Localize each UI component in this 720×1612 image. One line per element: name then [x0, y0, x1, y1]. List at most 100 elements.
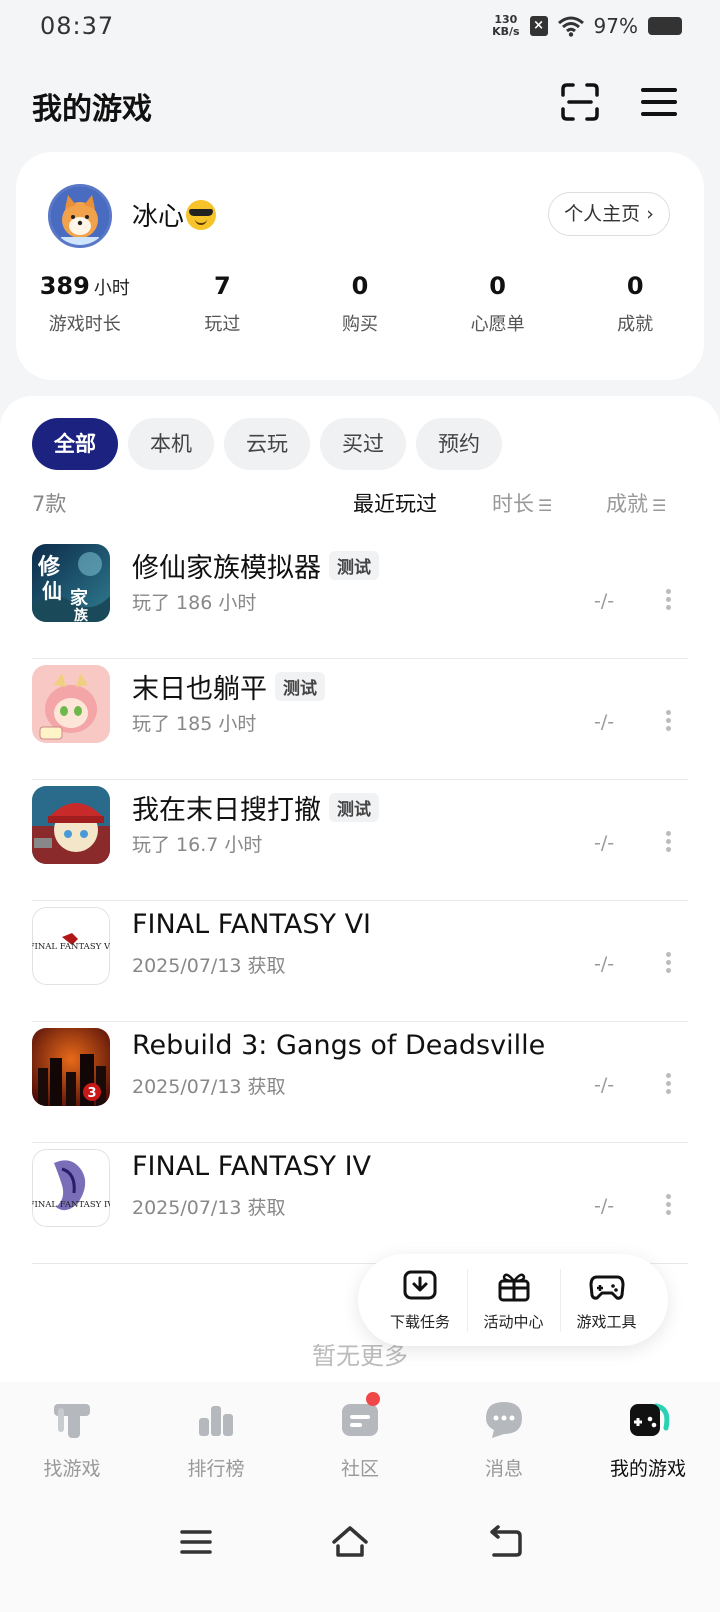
svg-text:修: 修 — [37, 554, 61, 580]
bottom-nav: 找游戏 排行榜 社区 消息 我的游戏 — [0, 1382, 720, 1494]
nav-find-games[interactable]: 找游戏 — [0, 1382, 144, 1494]
wifi-icon — [557, 16, 584, 37]
game-achievement: -/- — [594, 1074, 615, 1096]
profile-stats: 389 小时 游戏时长 7 玩过 0 购买 0 心愿单 0 成就 — [16, 272, 704, 336]
stat-purchased[interactable]: 0 购买 — [291, 272, 429, 336]
nav-messages[interactable]: 消息 — [432, 1382, 576, 1494]
ff6-game-icon: FINAL FANTASY VI — [32, 907, 110, 985]
more-options-icon[interactable] — [658, 586, 678, 616]
filter-tab-all[interactable]: 全部 — [32, 418, 118, 470]
avatar[interactable] — [48, 184, 112, 248]
svg-text:FINAL FANTASY IV: FINAL FANTASY IV — [32, 1200, 110, 1210]
stat-played[interactable]: 7 玩过 — [154, 272, 292, 336]
game-list: 修 仙 家 族 修仙家族模拟器 测试 玩了 186 小时 -/- 末日也躺平 测… — [32, 538, 688, 1264]
sunglasses-emoji-icon — [186, 200, 217, 230]
filter-tabs: 全部 本机 云玩 买过 预约 — [32, 418, 502, 470]
game-achievement: -/- — [594, 590, 615, 612]
page-header: 我的游戏 — [0, 70, 720, 140]
floating-toolbar: 下载任务 活动中心 游戏工具 — [358, 1254, 668, 1346]
home-icon[interactable] — [330, 1522, 370, 1562]
ff4-game-icon: FINAL FANTASY IV — [32, 1149, 110, 1227]
my-games-icon — [630, 1403, 670, 1436]
moriye-game-icon — [32, 665, 110, 743]
game-row[interactable]: 我在末日搜打撤 测试 玩了 16.7 小时 -/- — [32, 780, 688, 901]
souda-game-icon — [32, 786, 110, 864]
find-games-icon — [54, 1404, 90, 1438]
event-center-button[interactable]: 活动中心 — [466, 1268, 560, 1332]
download-tasks-button[interactable]: 下载任务 — [374, 1269, 467, 1332]
sort-achievement-button[interactable]: 成就 ☰ — [606, 488, 666, 518]
game-name: Rebuild 3: Gangs of Deadsville — [132, 1030, 546, 1061]
svg-text:族: 族 — [74, 607, 89, 622]
messages-icon — [486, 1402, 522, 1438]
recent-apps-icon[interactable] — [176, 1522, 216, 1562]
status-icons: 130 KB/s × 97% — [492, 14, 682, 38]
back-icon[interactable] — [486, 1522, 526, 1562]
filter-tab-reserved[interactable]: 预约 — [416, 418, 502, 470]
svg-text:仙: 仙 — [42, 579, 62, 603]
more-options-icon[interactable] — [658, 707, 678, 737]
shiba-avatar-icon — [51, 187, 109, 245]
scan-icon[interactable] — [560, 82, 600, 122]
nav-rankings[interactable]: 排行榜 — [144, 1382, 288, 1494]
game-tools-button[interactable]: 游戏工具 — [559, 1268, 653, 1332]
game-achievement: -/- — [594, 1195, 615, 1217]
test-badge: 测试 — [275, 672, 325, 701]
gamepad-icon — [589, 1275, 624, 1300]
list-meta: 7款 最近玩过 时长 ☰ 成就 ☰ — [32, 488, 688, 518]
game-playtime: 玩了 186 小时 — [132, 592, 257, 614]
more-options-icon[interactable] — [658, 949, 678, 979]
game-name: 修仙家族模拟器 测试 — [132, 546, 379, 585]
battery-icon — [648, 17, 682, 35]
filter-tab-local[interactable]: 本机 — [128, 418, 214, 470]
game-achievement: -/- — [594, 832, 615, 854]
game-row[interactable]: 修 仙 家 族 修仙家族模拟器 测试 玩了 186 小时 -/- — [32, 538, 688, 659]
game-count: 7款 — [32, 492, 67, 516]
stat-achievements[interactable]: 0 成就 — [566, 272, 704, 336]
profile-card: 冰心 个人主页 › 389 小时 游戏时长 7 玩过 0 购买 0 心愿单 0 成… — [16, 152, 704, 380]
more-options-icon[interactable] — [658, 1070, 678, 1100]
sort-icon: ☰ — [538, 496, 553, 515]
svg-text:家: 家 — [70, 587, 89, 609]
more-options-icon[interactable] — [658, 1191, 678, 1221]
game-playtime: 玩了 185 小时 — [132, 713, 257, 735]
xiuxian-game-icon: 修 仙 家 族 — [32, 544, 110, 622]
game-name: FINAL FANTASY IV — [132, 1151, 372, 1182]
more-options-icon[interactable] — [658, 828, 678, 858]
test-badge: 测试 — [329, 551, 379, 580]
download-icon — [403, 1270, 437, 1299]
nav-community[interactable]: 社区 — [288, 1382, 432, 1494]
sort-recent-button[interactable]: 最近玩过 — [353, 488, 437, 518]
menu-icon[interactable] — [640, 84, 678, 120]
sort-playtime-button[interactable]: 时长 ☰ — [492, 488, 552, 518]
battery-percent: 97% — [593, 14, 638, 38]
game-achievement: -/- — [594, 953, 615, 975]
svg-text:FINAL FANTASY VI: FINAL FANTASY VI — [32, 942, 110, 952]
game-name: 我在末日搜打撤 测试 — [132, 788, 379, 827]
gift-icon — [498, 1273, 529, 1301]
game-name: FINAL FANTASY VI — [132, 909, 372, 940]
rebuild3-game-icon: 3 — [32, 1028, 110, 1106]
filter-tab-bought[interactable]: 买过 — [320, 418, 406, 470]
test-badge: 测试 — [329, 793, 379, 822]
game-acquired-date: 2025/07/13 获取 — [132, 1076, 286, 1098]
username: 冰心 — [132, 196, 217, 233]
game-row[interactable]: 末日也躺平 测试 玩了 185 小时 -/- — [32, 659, 688, 780]
page-title: 我的游戏 — [32, 92, 152, 127]
game-row[interactable]: FINAL FANTASY VI FINAL FANTASY VI 2025/0… — [32, 901, 688, 1022]
nav-my-games[interactable]: 我的游戏 — [576, 1382, 720, 1494]
game-row[interactable]: 3 Rebuild 3: Gangs of Deadsville 2025/07… — [32, 1022, 688, 1143]
svg-text:3: 3 — [87, 1086, 96, 1101]
game-name: 末日也躺平 测试 — [132, 667, 325, 706]
system-nav-bar — [0, 1494, 720, 1612]
network-speed: 130 KB/s — [492, 13, 520, 38]
game-playtime: 玩了 16.7 小时 — [132, 834, 263, 856]
stat-play-time[interactable]: 389 小时 游戏时长 — [16, 272, 154, 336]
filter-tab-cloud[interactable]: 云玩 — [224, 418, 310, 470]
sort-icon: ☰ — [652, 496, 667, 515]
profile-homepage-button[interactable]: 个人主页 › — [548, 192, 670, 236]
stat-wishlist[interactable]: 0 心愿单 — [429, 272, 567, 336]
game-achievement: -/- — [594, 711, 615, 733]
game-row[interactable]: FINAL FANTASY IV FINAL FANTASY IV 2025/0… — [32, 1143, 688, 1264]
status-time: 08:37 — [40, 12, 115, 40]
